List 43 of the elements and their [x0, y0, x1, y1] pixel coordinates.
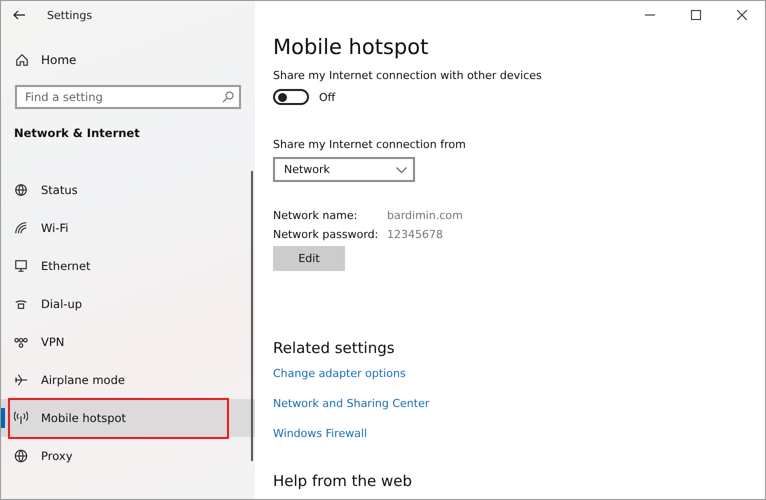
vpn-icon — [14, 335, 28, 349]
close-icon — [737, 10, 747, 20]
home-link[interactable]: Home — [41, 53, 76, 67]
window-title: Settings — [47, 8, 92, 22]
wifi-icon — [14, 221, 28, 235]
globe-icon — [14, 449, 28, 463]
dropdown[interactable]: Network — [273, 157, 415, 182]
search-field[interactable]: Find a setting — [15, 85, 241, 109]
edit-button[interactable]: Edit — [273, 246, 345, 271]
nav-item[interactable]: Dial-up — [1, 285, 255, 323]
antenna-icon — [14, 411, 28, 425]
field-value: 12345678 — [387, 228, 444, 241]
settings-link[interactable]: Windows Firewall — [273, 427, 368, 440]
toggle-switch[interactable] — [273, 89, 309, 105]
section-heading: Network & Internet — [13, 125, 141, 142]
nav-item[interactable]: Mobile hotspot — [1, 399, 255, 437]
setting-label: Share my Internet connection from — [273, 138, 467, 151]
globe-icon — [14, 183, 28, 197]
selection-indicator — [1, 408, 5, 428]
settings-link[interactable]: Change adapter options — [273, 367, 406, 380]
scrollbar[interactable] — [251, 171, 253, 461]
nav-item[interactable]: VPN — [1, 323, 255, 361]
settings-link[interactable]: Network and Sharing Center — [273, 397, 430, 410]
back-arrow-icon[interactable] — [13, 10, 25, 20]
setting-label: Share my Internet connection with other devices — [273, 69, 543, 82]
field-value: bardimin.com — [387, 209, 464, 222]
home-icon[interactable] — [15, 53, 29, 67]
page-title: Mobile hotspot — [273, 35, 430, 59]
section-heading: Related settings — [273, 339, 396, 357]
nav-item[interactable]: Proxy — [1, 437, 255, 475]
field-label: Network password: — [273, 228, 380, 241]
field-label: Network name: — [273, 209, 358, 222]
section-heading: Help from the web — [273, 474, 414, 488]
airplane-icon — [14, 373, 28, 387]
chevron-icon — [396, 166, 407, 172]
nav-item[interactable]: Status — [1, 171, 255, 209]
nav-item[interactable]: Airplane mode — [1, 361, 255, 399]
nav-item[interactable]: Wi-Fi — [1, 209, 255, 247]
nav-item[interactable]: Ethernet — [1, 247, 255, 285]
maximize-icon — [691, 10, 701, 20]
monitor-icon — [14, 259, 28, 273]
toggle-state: Off — [319, 90, 336, 104]
search-icon — [222, 91, 234, 103]
